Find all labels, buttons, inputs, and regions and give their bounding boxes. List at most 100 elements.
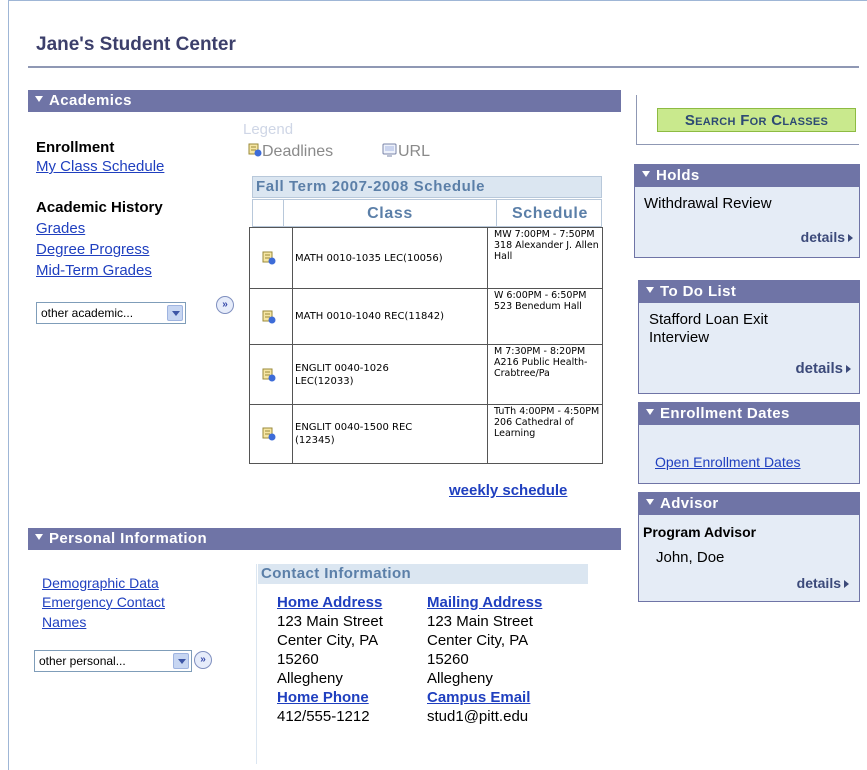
details-arrow-icon — [846, 365, 851, 374]
enrollment-heading: Enrollment — [36, 139, 115, 156]
academics-header-label: Academics — [49, 92, 132, 109]
deadlines-icon[interactable] — [262, 427, 276, 441]
class-cell: ENGLIT 0040-1500 REC (12345) — [292, 405, 472, 463]
page-title: Jane's Student Center — [36, 34, 236, 55]
emergency-contact-names-link[interactable]: Emergency Contact Names — [42, 592, 212, 632]
table-row: MATH 0010-1035 LEC(10056) MW 7:00PM - 7:… — [250, 228, 602, 289]
title-divider — [28, 66, 859, 68]
home-address-link[interactable]: Home Address — [277, 593, 383, 612]
deadlines-icon[interactable] — [262, 368, 276, 382]
other-personal-select[interactable]: other personal... — [34, 650, 192, 672]
todo-details-link[interactable]: details — [795, 360, 851, 377]
advisor-panel: Advisor Program Advisor John, Doe detail… — [638, 492, 860, 602]
mid-term-grades-link[interactable]: Mid-Term Grades — [36, 260, 152, 281]
academics-header[interactable]: Academics — [28, 90, 621, 112]
personal-info-header-label: Personal Information — [49, 530, 208, 547]
home-contact-column: Home Address 123 Main Street Center City… — [277, 593, 383, 726]
todo-panel: To Do List Stafford Loan Exit Interview … — [638, 280, 860, 394]
enrollment-dates-header-label: Enrollment Dates — [660, 405, 790, 422]
collapse-triangle-icon — [642, 171, 650, 178]
home-phone-value: 412/555-1212 — [277, 708, 370, 725]
table-row: ENGLIT 0040-1026 LEC(12033) M 7:30PM - 8… — [250, 345, 602, 405]
holds-item: Withdrawal Review — [644, 195, 772, 212]
home-address-line3: 15260 — [277, 651, 319, 668]
mailing-address-link[interactable]: Mailing Address — [427, 593, 542, 612]
search-for-classes-button[interactable]: Search For Classes — [657, 108, 856, 132]
schedule-cell: W 6:00PM - 6:50PM 523 Benedum Hall — [487, 289, 603, 344]
legend-label: Legend — [243, 121, 294, 138]
schedule-title: Fall Term 2007-2008 Schedule — [252, 176, 602, 198]
advisor-details-label: details — [796, 575, 841, 591]
my-class-schedule-link[interactable]: My Class Schedule — [36, 156, 164, 177]
holds-details-link[interactable]: details — [801, 229, 853, 245]
deadlines-icon[interactable] — [262, 251, 276, 265]
legend-url-label: URL — [398, 143, 431, 160]
legend-url: URL — [382, 143, 430, 161]
enrollment-dates-header[interactable]: Enrollment Dates — [639, 403, 859, 425]
other-personal-select-value: other personal... — [39, 654, 126, 668]
mailing-address-line1: 123 Main Street — [427, 613, 533, 630]
schedule-cell: TuTh 4:00PM - 4:50PM 206 Cathedral of Le… — [487, 405, 603, 463]
weekly-schedule-link[interactable]: weekly schedule — [449, 482, 567, 499]
class-cell: ENGLIT 0040-1026 LEC(12033) — [292, 345, 472, 404]
other-academic-select-value: other academic... — [41, 306, 134, 320]
enrollment-dates-panel: Enrollment Dates Open Enrollment Dates — [638, 402, 860, 484]
todo-details-label: details — [795, 360, 843, 377]
todo-header[interactable]: To Do List — [639, 281, 859, 303]
academic-history-heading: Academic History — [36, 199, 163, 216]
deadlines-icon — [248, 143, 262, 157]
collapse-triangle-icon — [646, 409, 654, 416]
advisor-details-link[interactable]: details — [797, 575, 849, 591]
advisor-name: John, Doe — [656, 549, 725, 566]
mailing-address-line2: Center City, PA — [427, 632, 529, 649]
legend-deadlines: Deadlines — [248, 143, 333, 161]
campus-email-value: stud1@pitt.edu — [427, 708, 529, 725]
contact-divider — [256, 564, 257, 764]
advisor-label: Program Advisor — [643, 524, 757, 540]
schedule-column-headers: Class Schedule — [252, 199, 602, 227]
holds-header[interactable]: Holds — [635, 165, 859, 187]
collapse-triangle-icon — [35, 96, 43, 103]
home-phone-link[interactable]: Home Phone — [277, 688, 383, 707]
schedule-column-header[interactable]: Schedule — [498, 200, 602, 226]
class-cell: MATH 0010-1035 LEC(10056) — [292, 228, 472, 288]
home-address-line2: Center City, PA — [277, 632, 379, 649]
deadlines-icon[interactable] — [262, 310, 276, 324]
open-enrollment-dates-link[interactable]: Open Enrollment Dates — [655, 454, 801, 470]
holds-details-label: details — [800, 229, 845, 245]
search-for-classes-label: Search For Classes — [684, 112, 829, 129]
table-row: ENGLIT 0040-1500 REC (12345) TuTh 4:00PM… — [250, 405, 602, 463]
mailing-address-line4: Allegheny — [427, 670, 493, 687]
schedule-cell: MW 7:00PM - 7:50PM 318 Alexander J. Alle… — [487, 228, 603, 288]
class-cell: MATH 0010-1040 REC(11842) — [292, 289, 472, 344]
chevron-down-icon — [167, 305, 183, 321]
home-address-line1: 123 Main Street — [277, 613, 383, 630]
collapse-triangle-icon — [35, 534, 43, 541]
holds-panel: Holds Withdrawal Review details — [634, 164, 860, 258]
todo-header-label: To Do List — [660, 283, 737, 300]
go-arrow-icon[interactable]: » — [194, 651, 212, 669]
schedule-cell: M 7:30PM - 8:20PM A216 Public Health-Cra… — [487, 345, 603, 404]
campus-email-link[interactable]: Campus Email — [427, 688, 542, 707]
personal-info-header[interactable]: Personal Information — [28, 528, 621, 550]
demographic-data-link[interactable]: Demographic Data — [42, 573, 159, 593]
grades-link[interactable]: Grades — [36, 218, 85, 239]
legend-deadlines-label: Deadlines — [262, 143, 334, 160]
chevron-down-icon — [173, 653, 189, 669]
collapse-triangle-icon — [646, 499, 654, 506]
advisor-header-label: Advisor — [660, 495, 719, 512]
class-column-header[interactable]: Class — [283, 200, 497, 226]
degree-progress-link[interactable]: Degree Progress — [36, 239, 149, 260]
go-arrow-icon[interactable]: » — [216, 296, 234, 314]
advisor-header[interactable]: Advisor — [639, 493, 859, 515]
table-row: MATH 0010-1040 REC(11842) W 6:00PM - 6:5… — [250, 289, 602, 345]
mailing-contact-column: Mailing Address 123 Main Street Center C… — [427, 593, 542, 726]
holds-header-label: Holds — [656, 167, 700, 184]
details-arrow-icon — [848, 234, 853, 243]
schedule-table: MATH 0010-1035 LEC(10056) MW 7:00PM - 7:… — [249, 227, 603, 464]
collapse-triangle-icon — [646, 287, 654, 294]
mailing-address-line3: 15260 — [427, 651, 469, 668]
other-academic-select[interactable]: other academic... — [36, 302, 186, 324]
home-address-line4: Allegheny — [277, 670, 343, 687]
todo-item: Stafford Loan Exit Interview — [649, 311, 768, 346]
